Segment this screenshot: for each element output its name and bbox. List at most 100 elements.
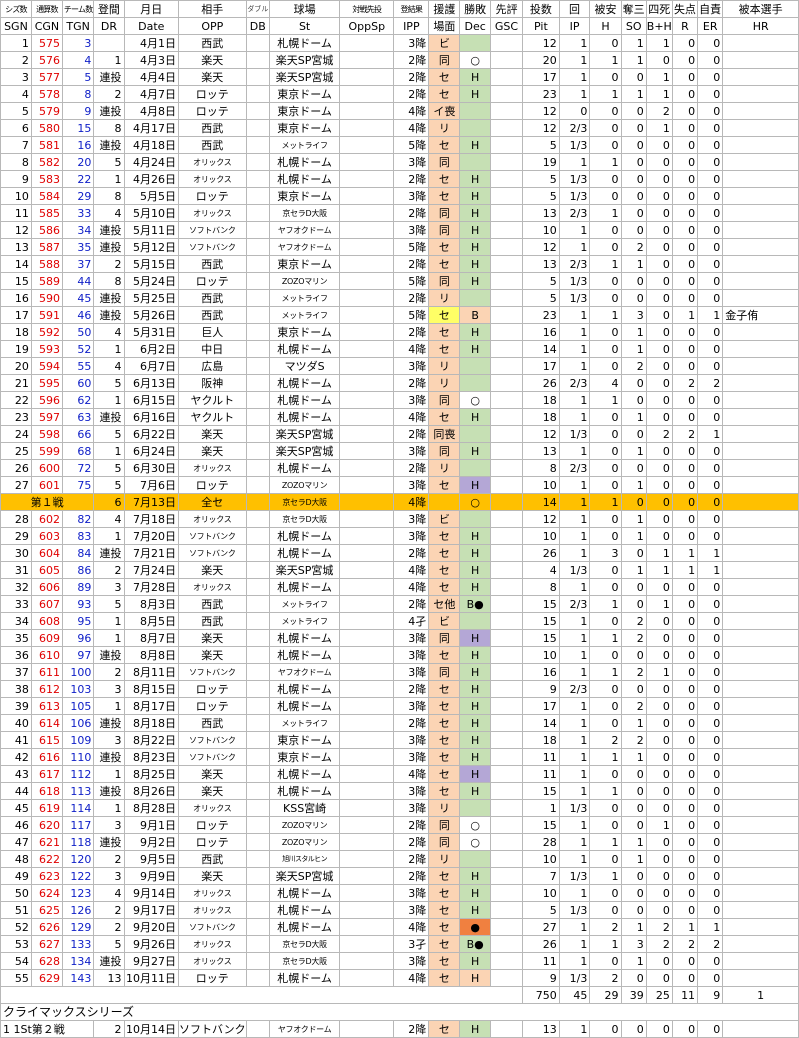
sgn-cell: 49 [0, 867, 32, 885]
opponent-cell: 西武 [178, 306, 247, 324]
hits-cell: 0 [589, 680, 622, 698]
earned-runs-cell: 0 [697, 680, 724, 698]
inning-cell: 3降 [393, 663, 430, 681]
opp-starter-cell [339, 289, 395, 307]
inning-cell: 3降 [393, 952, 430, 970]
sgn-cell: 30 [0, 544, 32, 562]
hr-batter-cell [722, 374, 799, 392]
double-cell [245, 731, 271, 749]
opponent-cell: オリックス [178, 884, 247, 902]
pitches-cell: 19 [522, 153, 560, 171]
pitches-cell: 5 [522, 289, 560, 307]
situation-cell: セ [428, 748, 461, 766]
runs-cell: 0 [671, 85, 699, 103]
game-row: 45 619 114 1 8月28日 オリックス KSS宮崎 3降リ 1 1/3 0 0 0 0 0 [0, 799, 799, 817]
stadium-cell: 東京ドーム [269, 731, 341, 749]
hits-cell: 0 [589, 408, 622, 426]
decision-cell: B● [459, 595, 491, 613]
date-cell: 4月7日 [123, 85, 180, 103]
game-row: 54 628 134 連投 9月27日 オリックス 京セラD大阪 3降セ H 11 1 0 1 0 0 0 [0, 952, 799, 970]
walks-cell: 1 [645, 595, 673, 613]
cgn-cell: 575 [30, 34, 63, 52]
opponent-cell: 全セ [178, 493, 247, 511]
innings-pitched-cell: 1 [558, 697, 591, 715]
tgn-cell: 75 [61, 476, 95, 494]
innings-pitched-cell: 1/3 [558, 425, 591, 443]
rest-days-cell: 3 [93, 680, 125, 698]
opponent-cell: 西武 [178, 119, 247, 137]
tgn-cell: 97 [61, 646, 95, 664]
game-row: 25 599 68 1 6月24日 楽天 楽天SP宮城 3降同 H 13 1 0 1 0 0 0 [0, 442, 799, 460]
decision-cell [459, 374, 491, 392]
hits-cell: 1 [589, 255, 622, 273]
hits-cell: 1 [589, 629, 622, 647]
stadium-cell: 札幌ドーム [269, 153, 341, 171]
cgn-cell: 623 [30, 867, 63, 885]
pitches-cell: 12 [522, 425, 560, 443]
inning-cell: 3降 [393, 731, 430, 749]
opp-starter-cell [339, 238, 395, 256]
situation-cell [428, 493, 461, 511]
situation-cell: セ [428, 323, 461, 341]
opponent-cell: 楽天 [178, 867, 247, 885]
decision-cell: H [459, 204, 491, 222]
hr-batter-cell [722, 340, 799, 358]
double-cell [245, 1020, 271, 1038]
header-jp-cell: 月日 [123, 0, 180, 18]
pitches-cell: 10 [522, 646, 560, 664]
runs-cell: 0 [671, 272, 699, 290]
runs-cell: 0 [671, 1020, 699, 1038]
cgn-cell: 580 [30, 119, 63, 137]
hr-batter-cell [722, 595, 799, 613]
rest-days-cell: 2 [93, 850, 125, 868]
situation-cell: セ [428, 782, 461, 800]
decision-cell: H [459, 629, 491, 647]
earned-runs-cell: 0 [697, 357, 724, 375]
sgn-cell: 51 [0, 901, 32, 919]
innings-pitched-cell: 1 [558, 612, 591, 630]
walks-cell: 0 [645, 969, 673, 987]
situation-cell: セ [428, 731, 461, 749]
pitches-cell: 13 [522, 1020, 560, 1038]
opponent-cell: 楽天 [178, 561, 247, 579]
walks-cell: 2 [645, 918, 673, 936]
rest-days-cell: 連投 [93, 102, 125, 120]
earned-runs-cell: 0 [697, 221, 724, 239]
runs-cell: 0 [671, 782, 699, 800]
innings-pitched-cell: 1/3 [558, 170, 591, 188]
situation-cell: セ [428, 765, 461, 783]
gsc-cell [489, 221, 524, 239]
earned-runs-cell: 0 [697, 663, 724, 681]
hr-batter-cell [722, 1020, 799, 1038]
innings-pitched-cell: 1 [558, 238, 591, 256]
inning-cell: 2降 [393, 816, 430, 834]
innings-pitched-cell: 1 [558, 714, 591, 732]
opp-starter-cell [339, 884, 395, 902]
header-en-cell: OppSp [339, 17, 395, 35]
situation-cell: セ [428, 969, 461, 987]
double-cell [245, 493, 271, 511]
stadium-cell: 札幌ドーム [269, 544, 341, 562]
stadium-cell: 旭川スタルヒン [269, 850, 341, 868]
hits-cell: 1 [589, 493, 622, 511]
header-en-cell: TGN [61, 17, 95, 35]
double-cell [245, 221, 271, 239]
strikeouts-cell: 0 [620, 544, 647, 562]
innings-pitched-cell: 2/3 [558, 255, 591, 273]
situation-cell: 同 [428, 391, 461, 409]
date-cell: 9月9日 [123, 867, 180, 885]
rest-days-cell: 2 [93, 561, 125, 579]
tgn-cell: 143 [61, 969, 95, 987]
runs-cell: 0 [671, 493, 699, 511]
walks-cell: 0 [645, 340, 673, 358]
gsc-cell [489, 442, 524, 460]
opponent-cell: ソフトバンク [178, 221, 247, 239]
gsc-cell [489, 85, 524, 103]
date-cell: 6月7日 [123, 357, 180, 375]
cs-label-cell: 1 1St第２戦 [0, 1020, 95, 1038]
rest-days-cell: 連投 [93, 544, 125, 562]
earned-runs-cell: 0 [697, 34, 724, 52]
innings-pitched-cell: 1 [558, 340, 591, 358]
rest-days-cell: 連投 [93, 289, 125, 307]
cgn-cell: 614 [30, 714, 63, 732]
